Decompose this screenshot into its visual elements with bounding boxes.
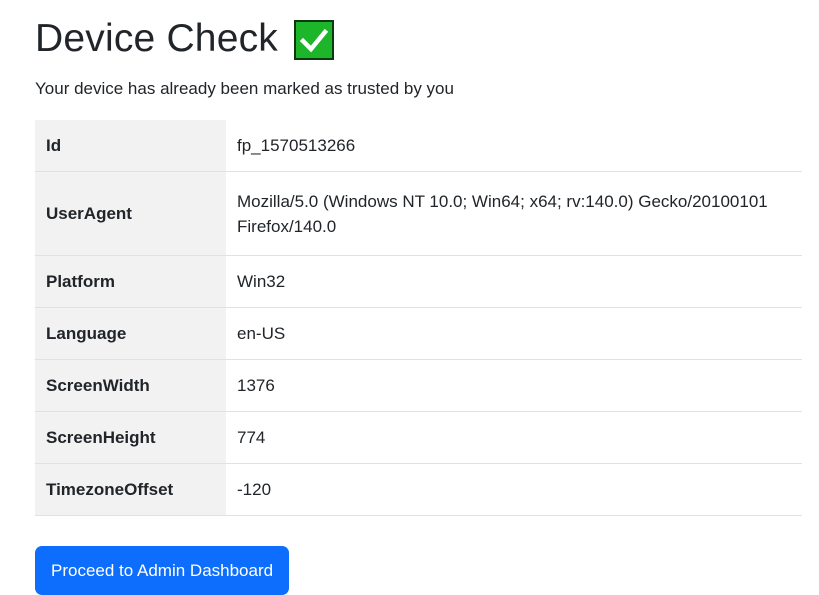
row-value: en-US (226, 307, 802, 360)
table-row: UserAgent Mozilla/5.0 (Windows NT 10.0; … (35, 171, 802, 256)
title-row: Device Check (35, 14, 802, 64)
table-row: ScreenWidth 1376 (35, 359, 802, 412)
row-value: 774 (226, 411, 802, 464)
device-info-table: Id fp_1570513266 UserAgent Mozilla/5.0 (… (35, 120, 802, 516)
table-row: Platform Win32 (35, 255, 802, 308)
row-key: ScreenWidth (35, 359, 226, 412)
row-value: Win32 (226, 255, 802, 308)
trusted-device-message: Your device has already been marked as t… (35, 79, 454, 98)
row-key: TimezoneOffset (35, 463, 226, 516)
table-row: TimezoneOffset -120 (35, 463, 802, 516)
row-value: -120 (226, 463, 802, 516)
table-row: ScreenHeight 774 (35, 411, 802, 464)
page-title: Device Check (35, 17, 278, 60)
row-value: Mozilla/5.0 (Windows NT 10.0; Win64; x64… (226, 171, 802, 256)
proceed-to-admin-dashboard-button[interactable]: Proceed to Admin Dashboard (35, 546, 290, 595)
table-row: Language en-US (35, 307, 802, 360)
row-key: ScreenHeight (35, 411, 226, 464)
device-check-panel: Device Check Your device has already bee… (35, 14, 802, 595)
row-value: fp_1570513266 (226, 120, 802, 172)
check-mark-icon (294, 20, 334, 60)
row-key: Platform (35, 255, 226, 308)
row-key: Id (35, 120, 226, 172)
row-key: Language (35, 307, 226, 360)
row-value: 1376 (226, 359, 802, 412)
row-key: UserAgent (35, 171, 226, 256)
table-row: Id fp_1570513266 (35, 120, 802, 172)
